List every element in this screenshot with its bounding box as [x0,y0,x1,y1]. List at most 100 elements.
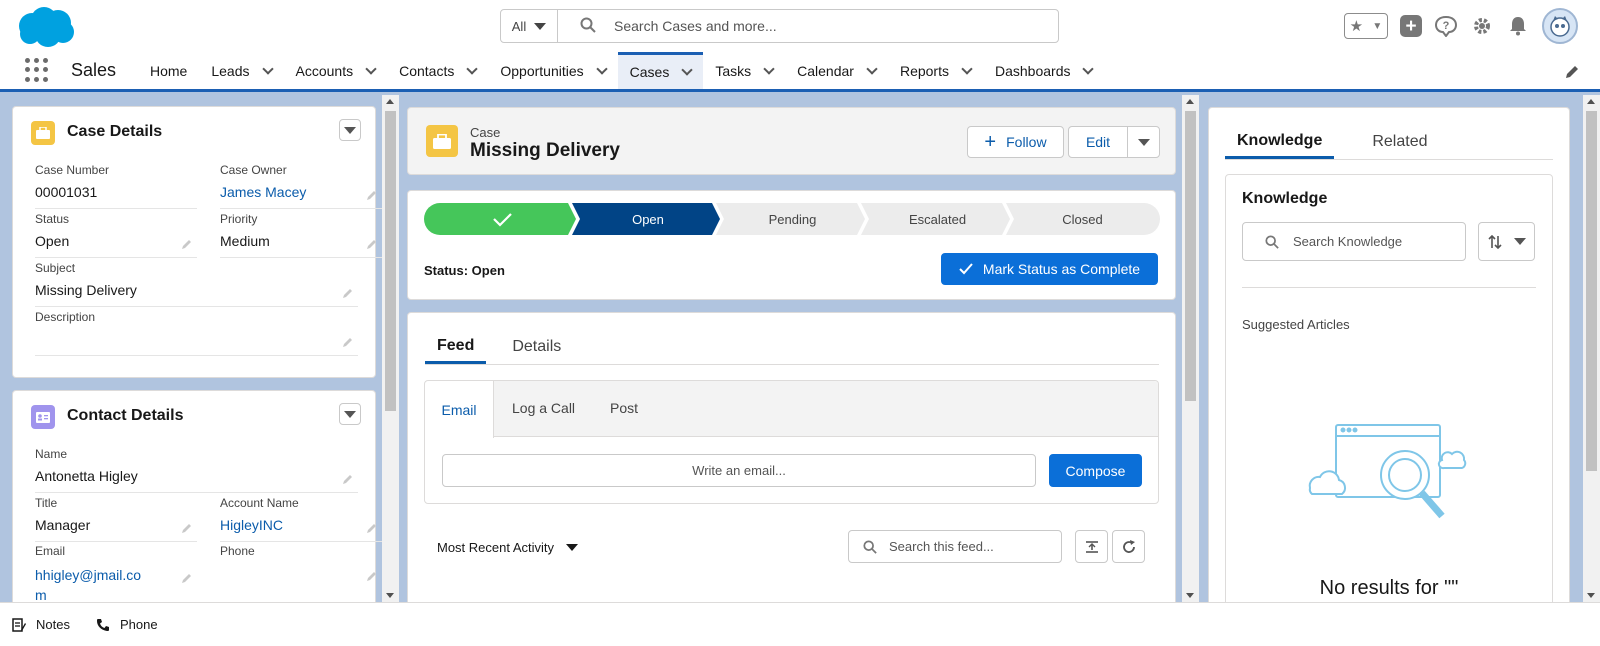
case-owner-link[interactable]: James Macey [220,184,382,209]
chevron-down-icon[interactable] [261,62,274,75]
follow-button[interactable]: + Follow [967,126,1064,158]
scroll-down-arrow-icon[interactable] [386,593,394,598]
global-actions-button[interactable]: + [1400,15,1422,37]
contact-details-menu-button[interactable] [339,403,361,425]
publisher-tab-email[interactable]: Email [425,381,494,438]
nav-item-dashboards[interactable]: Dashboards [983,52,1105,89]
tab-details[interactable]: Details [500,330,573,364]
bell-icon[interactable] [1506,14,1530,38]
utility-notes[interactable]: Notes [12,617,70,632]
pencil-icon[interactable] [181,569,193,583]
contact-name-row: Antonetta Higley [35,468,358,493]
refresh-button[interactable] [1112,530,1145,563]
left-column-scrollbar[interactable] [382,95,399,602]
nav-item-accounts[interactable]: Accounts [284,52,388,89]
contact-title-field: Title Manager [35,496,197,542]
description-label: Description [35,310,96,324]
scroll-thumb[interactable] [385,111,396,411]
publisher-tab-post[interactable]: Post [610,400,638,416]
pencil-icon[interactable] [366,569,378,581]
pencil-icon[interactable] [366,188,378,200]
nav-item-opportunities[interactable]: Opportunities [488,52,617,89]
account-name-link[interactable]: HigleyINC [220,517,283,533]
phone-icon [96,618,109,631]
salesforce-logo-icon[interactable] [16,6,76,48]
edit-button[interactable]: Edit [1068,126,1128,158]
nav-item-reports[interactable]: Reports [888,52,983,89]
status-field: Status Open [35,212,197,258]
nav-item-home[interactable]: Home [138,52,199,89]
nav-item-calendar[interactable]: Calendar [785,52,888,89]
nav-item-label: Tasks [715,62,752,79]
email-link[interactable]: hhigley@jmail.co [35,567,141,583]
chevron-down-icon[interactable] [681,64,693,76]
more-actions-button[interactable] [1127,126,1160,158]
feed-search-input[interactable]: Search this feed... [848,530,1062,563]
feed-sort-dropdown[interactable]: Most Recent Activity [437,540,579,555]
scroll-up-arrow-icon[interactable] [1587,99,1595,104]
mark-status-complete-label: Mark Status as Complete [982,261,1141,277]
tab-knowledge[interactable]: Knowledge [1225,125,1335,159]
scroll-up-arrow-icon[interactable] [386,99,394,104]
pencil-icon[interactable] [366,237,378,249]
chevron-down-icon[interactable] [961,62,973,75]
nav-item-contacts[interactable]: Contacts [387,52,488,89]
global-header: All Search Cases and more... ★ ▼ + ? [0,0,1600,52]
utility-phone[interactable]: Phone [96,617,158,632]
pencil-icon[interactable] [342,286,354,298]
description-field: Description [35,310,358,356]
pencil-icon[interactable] [181,237,193,249]
knowledge-search-input[interactable]: Search Knowledge [1242,222,1466,261]
subject-label: Subject [35,261,76,275]
right-column-scrollbar[interactable] [1583,95,1600,602]
scroll-down-arrow-icon[interactable] [1587,593,1595,598]
chevron-down-icon[interactable] [365,62,377,75]
nav-item-label: Leads [211,62,250,79]
center-column-scrollbar[interactable] [1182,95,1199,602]
nav-item-label: Dashboards [994,62,1071,79]
collapse-all-button[interactable] [1075,530,1108,563]
chevron-down-icon[interactable] [466,62,479,75]
mark-status-complete-button[interactable]: Mark Status as Complete [941,253,1158,285]
app-launcher-icon[interactable] [25,58,49,82]
search-input[interactable]: Search Cases and more... [558,10,1058,42]
path-label-pending[interactable]: Pending [720,203,865,235]
user-avatar[interactable] [1542,8,1578,44]
publisher-tab-log-call[interactable]: Log a Call [512,400,575,416]
priority-label: Priority [220,212,258,226]
nav-item-leads[interactable]: Leads [199,52,283,89]
case-owner-value[interactable]: James Macey [220,184,306,200]
path-label-closed[interactable]: Closed [1010,203,1155,235]
write-email-input[interactable]: Write an email... [442,454,1036,487]
pencil-icon[interactable] [366,521,378,533]
nav-item-tasks[interactable]: Tasks [703,52,785,89]
knowledge-sort-button[interactable] [1478,222,1535,261]
favorites-button[interactable]: ★ ▼ [1344,13,1388,39]
compose-button[interactable]: Compose [1049,454,1142,487]
pencil-icon[interactable] [342,472,354,484]
help-icon[interactable]: ? [1434,14,1458,38]
path-label-open[interactable]: Open [576,203,720,235]
subject-field: Subject Missing Delivery [35,261,358,307]
path-label-escalated[interactable]: Escalated [865,203,1010,235]
search-scope-select[interactable]: All [501,10,558,42]
sort-icon [1487,234,1502,249]
chevron-down-icon[interactable] [595,62,608,75]
chevron-down-icon[interactable] [1082,62,1095,75]
scroll-down-arrow-icon[interactable] [1186,593,1194,598]
nav-item-cases[interactable]: Cases [617,52,704,89]
scroll-thumb[interactable] [1185,111,1196,401]
tab-related[interactable]: Related [1360,125,1439,159]
edit-nav-pencil-icon[interactable] [1564,64,1580,80]
case-details-menu-button[interactable] [339,119,361,141]
scroll-thumb[interactable] [1586,111,1597,471]
chevron-down-icon[interactable] [866,62,878,75]
pencil-icon[interactable] [342,335,354,347]
tab-feed[interactable]: Feed [425,330,487,364]
chevron-down-icon[interactable] [763,62,775,75]
gear-icon[interactable] [1470,14,1494,38]
scroll-up-arrow-icon[interactable] [1186,99,1194,104]
suggested-articles-label: Suggested Articles [1242,317,1350,332]
pencil-icon[interactable] [181,521,193,533]
email-link-wrap[interactable]: m [35,587,47,603]
